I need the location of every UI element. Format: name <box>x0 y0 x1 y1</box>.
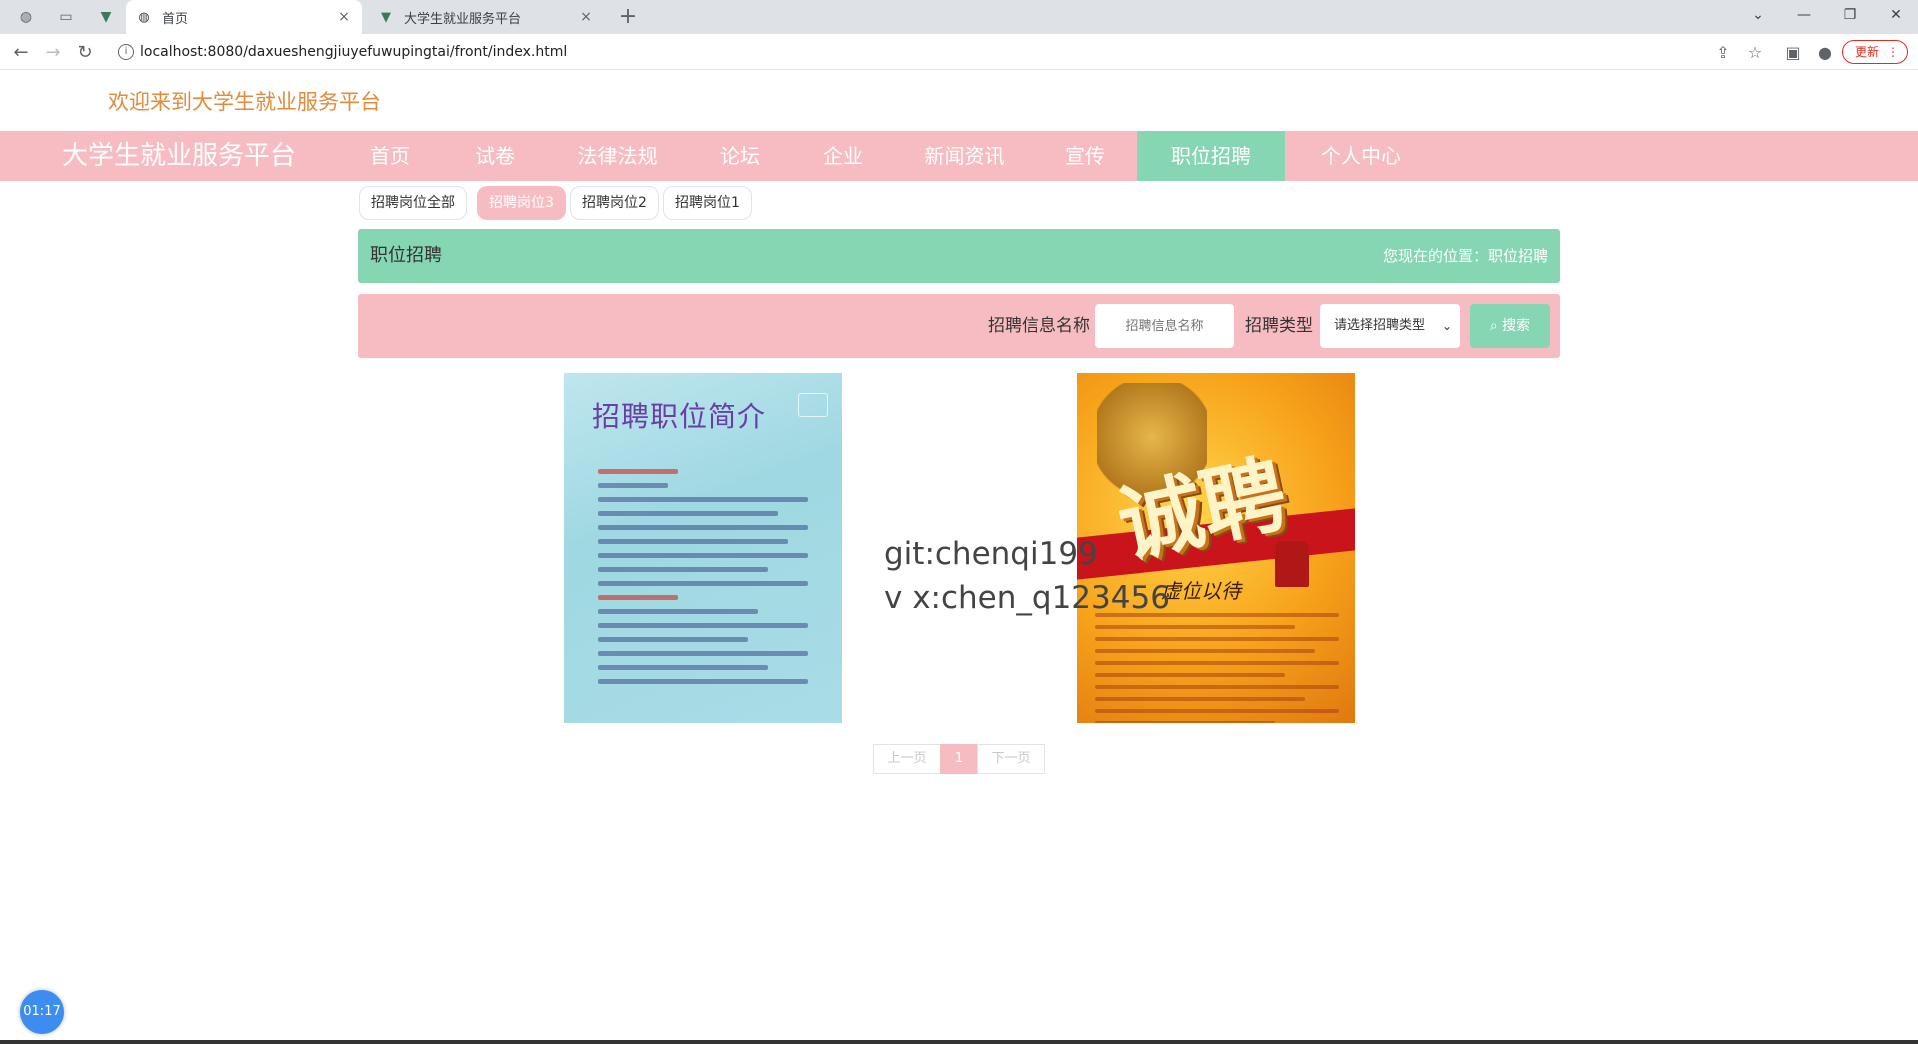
name-label: 招聘信息名称 <box>988 316 1090 336</box>
pinned-tab-icon[interactable]: ▭ <box>52 6 80 28</box>
type-label: 招聘类型 <box>1245 316 1313 336</box>
forward-icon[interactable]: → <box>40 40 66 66</box>
nav-item-promo[interactable]: 宣传 <box>1050 131 1120 181</box>
restore-button[interactable]: ❐ <box>1828 0 1872 30</box>
nav-item-home[interactable]: 首页 <box>355 131 425 181</box>
timer-badge[interactable]: 01:17 <box>20 990 64 1034</box>
browser-tab-bar: ◍ ▭ ▼ ◍ 首页 × ▼ 大学生就业服务平台 × + ⌄ — ❐ ✕ <box>0 0 1918 34</box>
nav-item-law[interactable]: 法律法规 <box>565 131 670 181</box>
browser-tab-platform[interactable]: ▼ 大学生就业服务平台 × <box>368 0 604 34</box>
subtab-job-1[interactable]: 招聘岗位1 <box>663 186 752 220</box>
job-name-input[interactable] <box>1095 304 1234 348</box>
back-icon[interactable]: ← <box>8 40 34 66</box>
side-panel-icon[interactable]: ▣ <box>1782 42 1804 64</box>
tab-search-icon[interactable]: ⌄ <box>1736 0 1780 30</box>
subtab-job-2[interactable]: 招聘岗位2 <box>570 186 659 220</box>
tab-title: 首页 <box>162 11 189 27</box>
minimize-button[interactable]: — <box>1782 0 1826 30</box>
vue-tab-icon[interactable]: ▼ <box>92 6 120 28</box>
subtab-job-3[interactable]: 招聘岗位3 <box>477 186 566 220</box>
profile-icon[interactable]: ● <box>1814 42 1836 64</box>
poster-text-lines <box>1095 613 1339 723</box>
welcome-text: 欢迎来到大学生就业服务平台 <box>108 90 381 114</box>
close-window-button[interactable]: ✕ <box>1874 0 1918 30</box>
bottom-strip <box>0 1040 1918 1044</box>
nav-item-news[interactable]: 新闻资讯 <box>912 131 1017 181</box>
section-header: 职位招聘 您现在的位置：职位招聘 <box>358 229 1560 283</box>
search-icon: ⌕ <box>1489 318 1498 334</box>
vue-icon: ▼ <box>381 9 391 25</box>
section-title: 职位招聘 <box>370 245 442 266</box>
nav-item-forum[interactable]: 论坛 <box>705 131 775 181</box>
main-nav: 大学生就业服务平台 首页 试卷 法律法规 论坛 企业 新闻资讯 宣传 职位招聘 … <box>0 131 1918 181</box>
info-icon[interactable]: i <box>118 44 134 60</box>
search-bar: 招聘信息名称 招聘类型 请选择招聘类型 ⌄ ⌕ 搜索 <box>358 294 1560 358</box>
reload-icon[interactable]: ↻ <box>72 40 98 66</box>
job-poster-image: 招聘职位简介 <box>564 373 842 723</box>
globe-icon: ◍ <box>138 9 150 25</box>
chair-graphic <box>1275 541 1309 587</box>
address-bar: ← → ↻ i localhost:8080/daxueshengjiuyefu… <box>0 34 1918 70</box>
next-page-button[interactable]: 下一页 <box>977 744 1045 774</box>
poster-text-lines <box>598 469 808 693</box>
job-card[interactable]: 招聘职位简介 <box>564 373 842 723</box>
page-number[interactable]: 1 <box>940 744 978 774</box>
close-icon[interactable]: × <box>578 9 594 25</box>
job-type-select[interactable]: 请选择招聘类型 ⌄ <box>1320 304 1460 348</box>
nav-item-profile[interactable]: 个人中心 <box>1303 131 1419 181</box>
update-label: 更新 <box>1855 45 1880 59</box>
nav-item-exam[interactable]: 试卷 <box>460 131 530 181</box>
search-button-label: 搜索 <box>1502 318 1531 334</box>
prev-page-button[interactable]: 上一页 <box>873 744 941 774</box>
close-icon[interactable]: × <box>336 9 352 25</box>
subtab-all-jobs[interactable]: 招聘岗位全部 <box>359 186 467 220</box>
browser-tab-home[interactable]: ◍ 首页 × <box>126 0 362 34</box>
new-tab-button[interactable]: + <box>614 4 642 30</box>
url-text: localhost:8080/daxueshengjiuyefuwupingta… <box>140 44 568 60</box>
watermark-line: git:chenqi199 <box>884 536 1098 572</box>
site-brand[interactable]: 大学生就业服务平台 <box>62 131 296 181</box>
star-icon[interactable]: ☆ <box>1744 42 1766 64</box>
nav-item-company[interactable]: 企业 <box>808 131 878 181</box>
share-icon[interactable]: ⇪ <box>1712 42 1734 64</box>
update-button[interactable]: 更新 ⋮ <box>1842 40 1908 64</box>
poster-motto: 虚位以待 <box>1161 579 1241 603</box>
chevron-down-icon: ⌄ <box>1441 319 1452 333</box>
nav-item-jobs[interactable]: 职位招聘 <box>1137 131 1285 181</box>
more-icon: ⋮ <box>1887 45 1899 59</box>
url-field[interactable]: i localhost:8080/daxueshengjiuyefuwuping… <box>110 38 1710 66</box>
poster-logo <box>798 393 828 417</box>
tab-title: 大学生就业服务平台 <box>404 11 522 27</box>
pinned-tab-icon[interactable]: ◍ <box>12 6 40 28</box>
search-button[interactable]: ⌕ 搜索 <box>1470 304 1550 348</box>
breadcrumb: 您现在的位置：职位招聘 <box>1382 247 1548 265</box>
poster-heading: 招聘职位简介 <box>592 400 767 433</box>
watermark-line: v x:chen_q123456 <box>884 580 1170 616</box>
watermark-text: git:chenqi199 v x:chen_q123456 <box>884 532 1170 620</box>
select-value: 请选择招聘类型 <box>1334 318 1426 333</box>
